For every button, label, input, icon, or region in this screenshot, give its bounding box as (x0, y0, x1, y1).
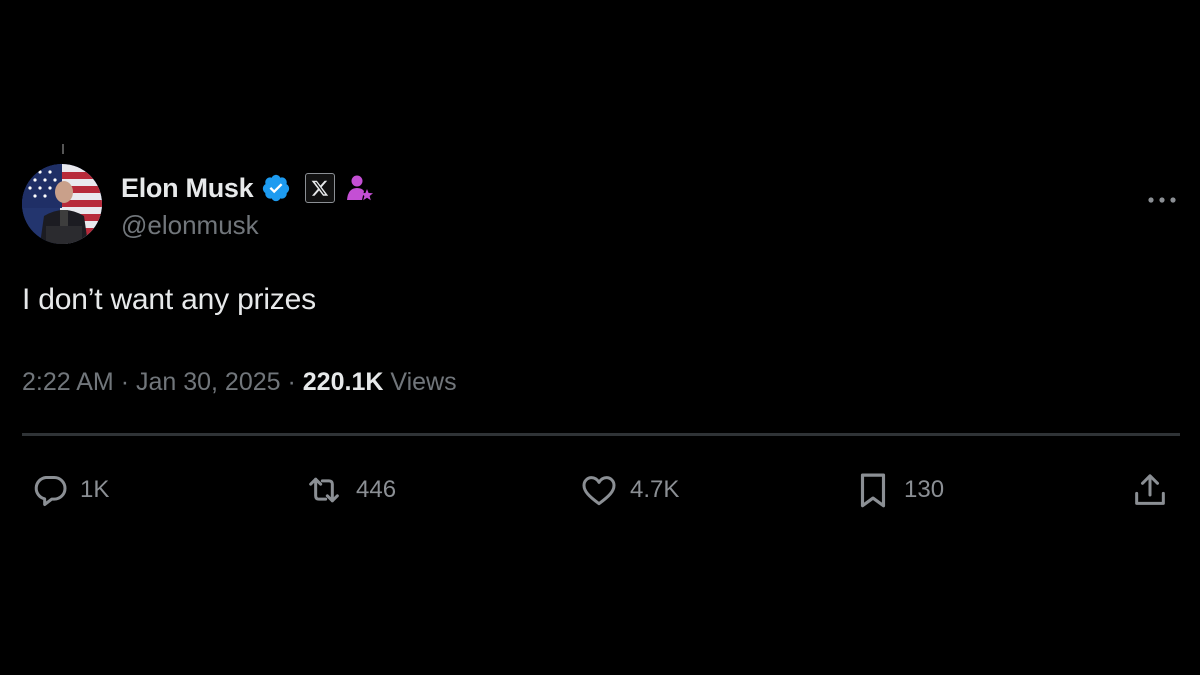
verified-badge-icon[interactable] (261, 173, 291, 203)
thread-connector (62, 144, 64, 154)
like-button[interactable]: 4.7K (578, 468, 679, 512)
views-label: Views (390, 368, 457, 396)
author-display-name[interactable]: Elon Musk (121, 173, 254, 204)
repost-button[interactable]: 446 (302, 468, 396, 512)
action-bar: 1K 446 4.7K 130 (22, 468, 1180, 512)
divider (22, 433, 1180, 436)
bookmark-icon (852, 469, 894, 511)
reply-count: 1K (80, 476, 110, 503)
tweet-metadata: 2:22 AM · Jan 30, 2025 · 220.1K Views (22, 368, 457, 397)
post-time[interactable]: 2:22 AM (22, 368, 114, 396)
repost-icon (302, 470, 346, 510)
government-official-icon[interactable] (343, 172, 375, 204)
share-button[interactable] (1130, 468, 1170, 512)
reply-button[interactable]: 1K (30, 468, 109, 512)
reply-icon (30, 470, 70, 510)
post-date[interactable]: Jan 30, 2025 (136, 368, 281, 396)
repost-count: 446 (356, 476, 397, 503)
tweet-header: Elon Musk @elonmusk (22, 164, 1180, 246)
bookmark-button[interactable]: 130 (852, 468, 944, 512)
tweet-text: I don’t want any prizes (22, 283, 316, 316)
more-options-icon[interactable] (1144, 182, 1180, 218)
author-handle[interactable]: @elonmusk (121, 210, 259, 241)
author-name-row: Elon Musk (121, 170, 375, 206)
share-icon (1130, 470, 1170, 510)
like-count: 4.7K (630, 476, 680, 503)
avatar[interactable] (22, 164, 102, 244)
bookmark-count: 130 (904, 476, 945, 503)
heart-icon (578, 470, 620, 510)
meta-separator: · (287, 368, 296, 396)
views-count[interactable]: 220.1K (303, 368, 384, 396)
meta-separator: · (120, 368, 130, 396)
x-affiliate-badge-icon[interactable] (305, 173, 336, 203)
